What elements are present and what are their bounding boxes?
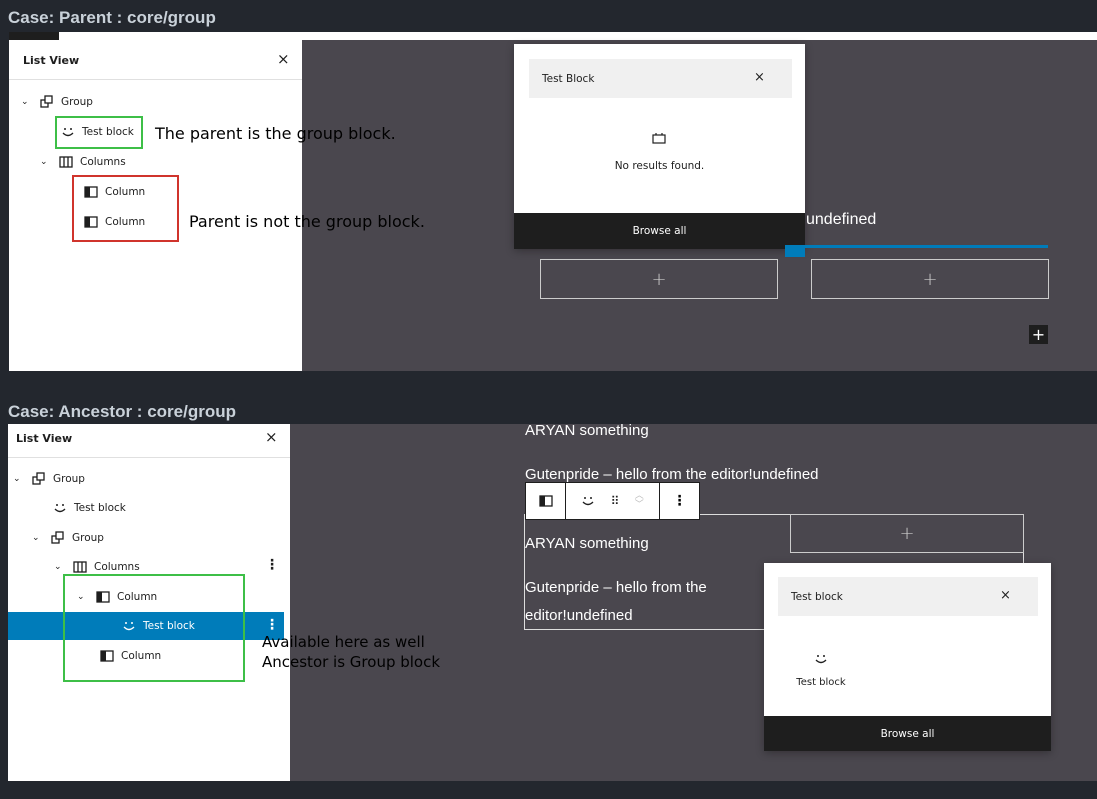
add-block-button[interactable]: + xyxy=(1029,325,1048,344)
block-toolbar: ⠿ ︿ ﹀ ⋮ xyxy=(525,482,700,520)
list-item-label: Group xyxy=(72,532,104,544)
annotation-line-2: Ancestor is Group block xyxy=(262,653,441,671)
chevron-down-icon[interactable]: ⌄ xyxy=(21,97,31,107)
chevron-down-icon[interactable]: ⌄ xyxy=(54,562,64,572)
clear-search-button[interactable]: × xyxy=(1000,588,1011,603)
column-appender-button[interactable]: + xyxy=(540,259,778,299)
list-item-group[interactable]: ⌄ Group xyxy=(13,468,85,490)
column-appender-button[interactable]: + xyxy=(811,259,1049,299)
options-menu-icon[interactable]: ⋮ xyxy=(265,617,279,633)
annotation-green-box xyxy=(55,116,143,149)
list-item-test-block[interactable]: Test block xyxy=(52,497,126,519)
group-icon xyxy=(31,471,47,487)
editor-paragraph[interactable]: ARYAN something xyxy=(525,535,649,552)
block-result-label: Test block xyxy=(796,677,846,688)
list-item-columns[interactable]: ⌄ Columns xyxy=(40,151,126,173)
move-up-down-icon[interactable]: ︿ ﹀ xyxy=(635,492,644,510)
block-inserter-popover: Test Block × No results found. Browse al… xyxy=(514,44,805,249)
editor-paragraph-undefined[interactable]: undefined xyxy=(806,211,876,229)
case-ancestor-title: Case: Ancestor : core/group xyxy=(8,402,236,421)
block-options-button[interactable]: ⋮ xyxy=(660,483,699,519)
list-view-close-button[interactable]: × xyxy=(265,428,278,446)
annotation-line-1: Available here as well xyxy=(262,633,425,651)
editor-paragraph[interactable]: Gutenpride – hello from the xyxy=(525,579,707,596)
columns-icon xyxy=(58,154,74,170)
editor-top-strip-dark xyxy=(9,32,59,40)
annotation-ancestor-text: Available here as well Ancestor is Group… xyxy=(262,632,440,672)
block-search-input[interactable]: Test block xyxy=(778,577,1038,616)
list-item-label: Test block xyxy=(74,502,126,514)
editor-paragraph[interactable]: ARYAN something xyxy=(525,422,649,439)
smiley-icon[interactable] xyxy=(581,494,595,508)
drag-handle-icon[interactable]: ⠿ xyxy=(611,494,620,508)
block-selection-line xyxy=(785,245,1048,248)
list-item-group[interactable]: ⌄ Group xyxy=(21,91,93,113)
group-icon xyxy=(50,530,66,546)
list-view-title: List View xyxy=(23,54,80,67)
list-view-close-button[interactable]: × xyxy=(277,50,290,68)
chevron-down-icon[interactable]: ⌄ xyxy=(13,474,23,484)
columns-icon xyxy=(72,559,88,575)
smiley-icon xyxy=(814,651,828,670)
block-default-icon xyxy=(652,129,666,148)
editor-paragraph[interactable]: editor!undefined xyxy=(525,607,633,624)
group-icon xyxy=(39,94,55,110)
list-item-label: Group xyxy=(53,473,85,485)
annotation-red-box xyxy=(72,175,179,242)
block-inserter-popover: Test block × Test block Browse all xyxy=(764,563,1051,751)
clear-search-button[interactable]: × xyxy=(754,70,765,85)
editor-paragraph[interactable]: Gutenpride – hello from the editor!undef… xyxy=(525,466,819,483)
chevron-down-icon[interactable]: ⌄ xyxy=(40,157,50,167)
case-parent-title: Case: Parent : core/group xyxy=(8,8,216,27)
column-icon xyxy=(538,495,553,507)
block-search-input[interactable]: Test Block xyxy=(529,59,792,98)
editor-top-strip xyxy=(9,32,1097,40)
block-type-switcher[interactable] xyxy=(526,483,566,519)
browse-all-button[interactable]: Browse all xyxy=(764,716,1051,751)
no-results-text: No results found. xyxy=(614,160,705,172)
smiley-icon xyxy=(52,500,68,516)
block-result-item[interactable]: Test block xyxy=(788,647,854,693)
browse-all-button[interactable]: Browse all xyxy=(514,213,805,249)
list-view-divider xyxy=(8,457,290,458)
list-view-title: List View xyxy=(16,432,73,445)
list-item-label: Columns xyxy=(94,561,140,573)
list-view-divider xyxy=(9,79,302,80)
annotation-not-parent-text: Parent is not the group block. xyxy=(189,212,425,231)
list-item-group[interactable]: ⌄ Group xyxy=(32,527,104,549)
annotation-green-box xyxy=(63,574,245,682)
list-item-label: Columns xyxy=(80,156,126,168)
chevron-down-icon[interactable]: ⌄ xyxy=(32,533,42,543)
column-appender-button[interactable]: + xyxy=(790,514,1024,553)
options-menu-icon[interactable]: ⋮ xyxy=(265,557,279,573)
list-item-label: Group xyxy=(61,96,93,108)
block-mover-group: ⠿ ︿ ﹀ xyxy=(566,483,660,519)
annotation-parent-text: The parent is the group block. xyxy=(155,124,396,143)
block-selection-marker xyxy=(785,245,805,257)
